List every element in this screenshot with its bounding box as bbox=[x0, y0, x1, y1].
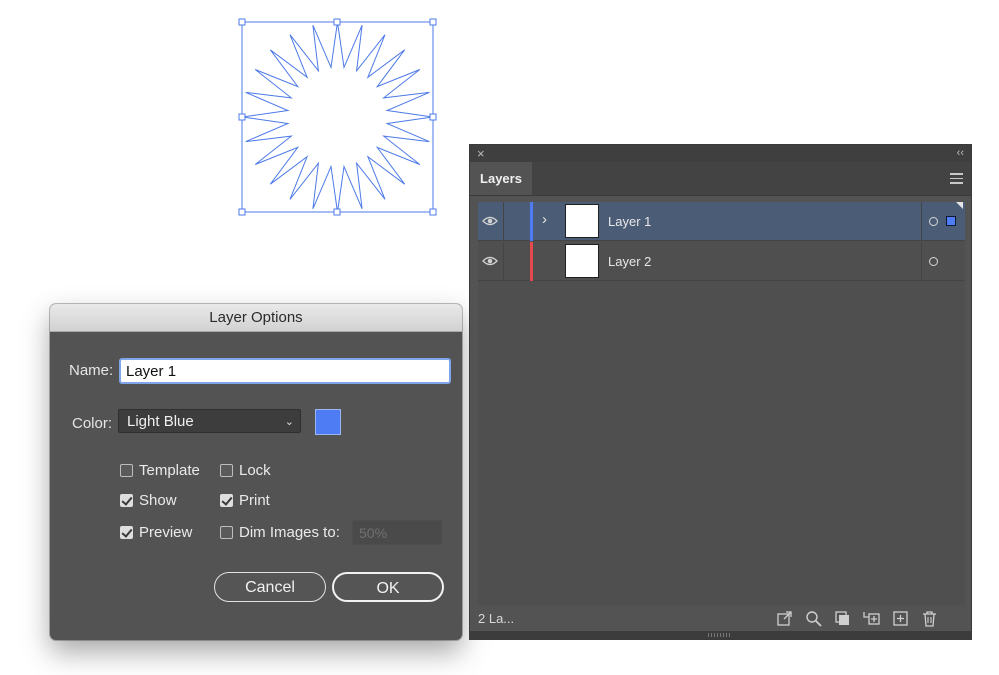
target-circle-icon[interactable] bbox=[929, 217, 938, 226]
lock-label: Lock bbox=[239, 462, 271, 479]
resize-handle-s bbox=[333, 208, 341, 216]
layer-thumbnail bbox=[565, 204, 599, 238]
resize-handle-ne bbox=[429, 18, 437, 26]
resize-handle-sw bbox=[238, 208, 246, 216]
new-sublayer-icon[interactable] bbox=[862, 609, 881, 628]
show-checkbox[interactable] bbox=[120, 494, 133, 507]
panel-resize-grip[interactable] bbox=[470, 631, 971, 639]
resize-handle-w bbox=[238, 113, 246, 121]
panel-menu-icon[interactable] bbox=[950, 173, 963, 187]
layer-options-dialog: Layer Options Name: Color: Light Blue ⌄ … bbox=[50, 304, 462, 640]
tab-layers[interactable]: Layers bbox=[470, 162, 532, 195]
layer-color-indicator bbox=[530, 242, 533, 281]
lock-checkbox-row[interactable]: Lock bbox=[220, 462, 271, 479]
color-select[interactable]: Light Blue ⌄ bbox=[118, 409, 301, 433]
layer-name[interactable]: Layer 1 bbox=[608, 214, 651, 229]
color-label: Color: bbox=[72, 415, 113, 432]
dim-images-checkbox-row[interactable]: Dim Images to: bbox=[220, 524, 340, 541]
resize-handle-nw bbox=[238, 18, 246, 26]
template-label: Template bbox=[139, 462, 200, 479]
cancel-button[interactable]: Cancel bbox=[214, 572, 326, 602]
current-layer-corner-icon bbox=[956, 202, 963, 209]
print-checkbox[interactable] bbox=[220, 494, 233, 507]
color-swatch[interactable] bbox=[315, 409, 341, 435]
eye-icon[interactable] bbox=[482, 214, 498, 228]
starburst-shape[interactable] bbox=[242, 21, 433, 213]
dialog-title: Layer Options bbox=[50, 304, 462, 332]
chevron-down-icon: ⌄ bbox=[284, 416, 294, 428]
panel-footer: 2 La... bbox=[470, 607, 971, 631]
show-checkbox-row[interactable]: Show bbox=[120, 492, 177, 509]
layers-panel: × ‹‹ Layers › Layer 1 Layer 2 2 La... bbox=[469, 144, 972, 640]
target-circle-icon[interactable] bbox=[929, 257, 938, 266]
layer-list: › Layer 1 Layer 2 bbox=[478, 202, 965, 605]
resize-handle-se bbox=[429, 208, 437, 216]
show-label: Show bbox=[139, 492, 177, 509]
layer-color-indicator bbox=[530, 202, 533, 241]
layer-row-layer-2[interactable]: Layer 2 bbox=[478, 242, 965, 281]
close-icon[interactable]: × bbox=[477, 145, 485, 162]
eye-icon[interactable] bbox=[482, 254, 498, 268]
resize-handle-e bbox=[429, 113, 437, 121]
chevron-right-icon[interactable]: › bbox=[542, 211, 547, 228]
trash-icon[interactable] bbox=[920, 609, 939, 628]
selection-bounding-box[interactable] bbox=[238, 18, 437, 216]
resize-handle-n bbox=[333, 18, 341, 26]
layer-name[interactable]: Layer 2 bbox=[608, 254, 651, 269]
search-icon[interactable] bbox=[804, 609, 823, 628]
layer-name-input[interactable] bbox=[119, 358, 451, 384]
dim-images-percent-input[interactable]: 50% bbox=[352, 520, 442, 545]
preview-checkbox-row[interactable]: Preview bbox=[120, 524, 192, 541]
lock-checkbox[interactable] bbox=[220, 464, 233, 477]
template-checkbox-row[interactable]: Template bbox=[120, 462, 200, 479]
color-select-value: Light Blue bbox=[127, 413, 194, 430]
template-checkbox[interactable] bbox=[120, 464, 133, 477]
print-checkbox-row[interactable]: Print bbox=[220, 492, 270, 509]
export-icon[interactable] bbox=[775, 609, 794, 628]
layer-row-layer-1[interactable]: › Layer 1 bbox=[478, 202, 965, 241]
ok-button[interactable]: OK bbox=[332, 572, 444, 602]
print-label: Print bbox=[239, 492, 270, 509]
new-layer-icon[interactable] bbox=[891, 609, 910, 628]
selection-indicator[interactable] bbox=[946, 216, 956, 226]
panel-tab-bar: Layers bbox=[470, 162, 971, 196]
collapse-panel-icon[interactable]: ‹‹ bbox=[957, 145, 964, 162]
panel-topbar: × ‹‹ bbox=[470, 145, 971, 162]
name-label: Name: bbox=[69, 362, 114, 379]
layer-thumbnail bbox=[565, 244, 599, 278]
dim-images-label: Dim Images to: bbox=[239, 524, 340, 541]
dim-images-checkbox[interactable] bbox=[220, 526, 233, 539]
preview-checkbox[interactable] bbox=[120, 526, 133, 539]
clipping-mask-icon[interactable] bbox=[833, 609, 852, 628]
preview-label: Preview bbox=[139, 524, 193, 541]
layer-count: 2 La... bbox=[478, 611, 515, 626]
